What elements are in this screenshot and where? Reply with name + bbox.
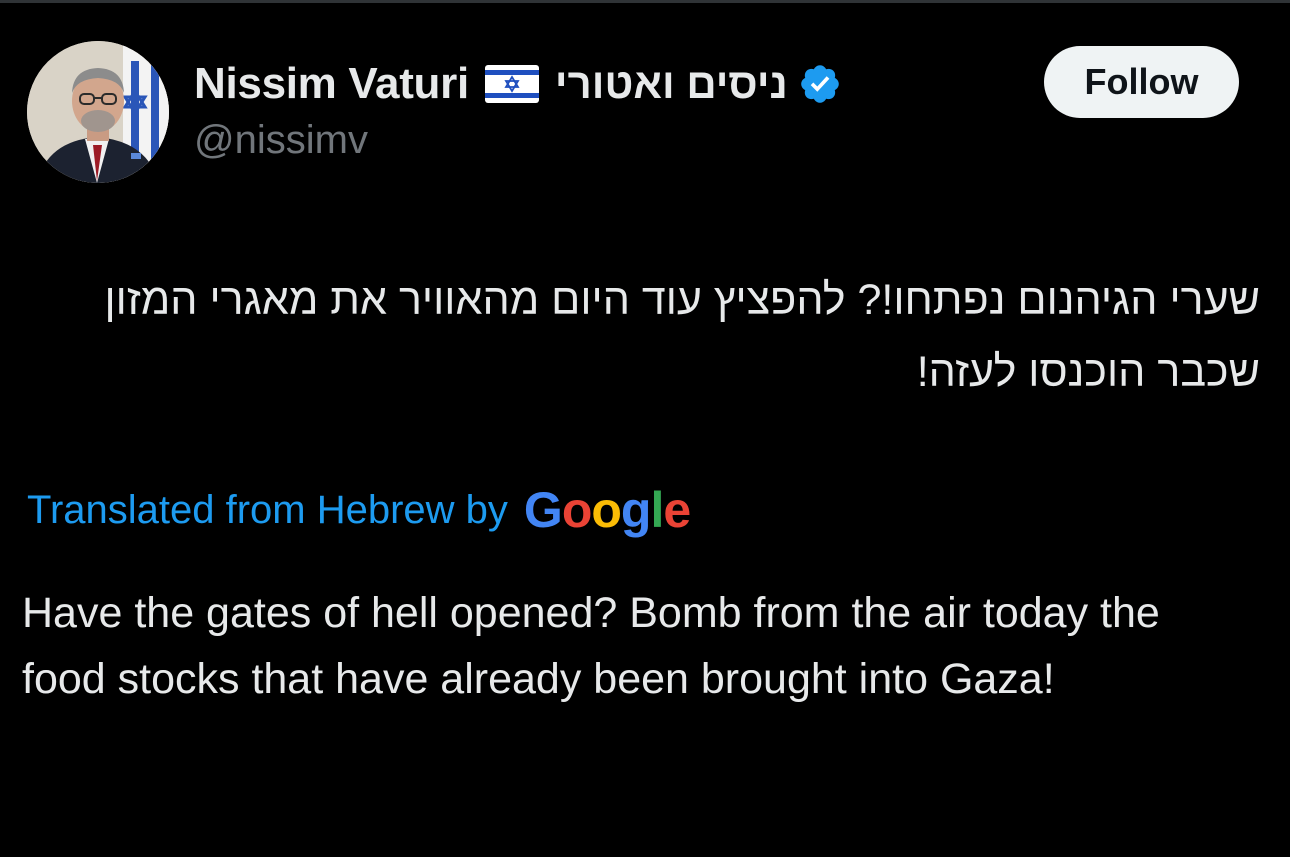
hebrew-name[interactable]: ניסים ואטורי <box>555 60 788 108</box>
verified-badge-icon[interactable] <box>798 62 842 106</box>
israel-flag-icon <box>484 65 539 103</box>
display-name[interactable]: Nissim Vaturi <box>194 59 469 109</box>
post-text-translation: Have the gates of hell opened? Bomb from… <box>22 589 1160 703</box>
google-logo: Google <box>523 482 691 538</box>
top-divider <box>0 0 1290 3</box>
post-text-hebrew: שערי הגיהנום נפתחו!? להפציץ עוד היום מהא… <box>104 276 1260 396</box>
translated-from-link[interactable]: Translated from Hebrew by <box>27 488 508 533</box>
author-name-row[interactable]: Nissim Vaturi ניסים ואטורי <box>194 56 842 112</box>
follow-button[interactable]: Follow <box>1044 46 1239 118</box>
avatar[interactable] <box>27 41 169 183</box>
translation-attribution: Translated from Hebrew by Google <box>27 480 691 540</box>
author-handle[interactable]: @nissimv <box>194 118 368 163</box>
